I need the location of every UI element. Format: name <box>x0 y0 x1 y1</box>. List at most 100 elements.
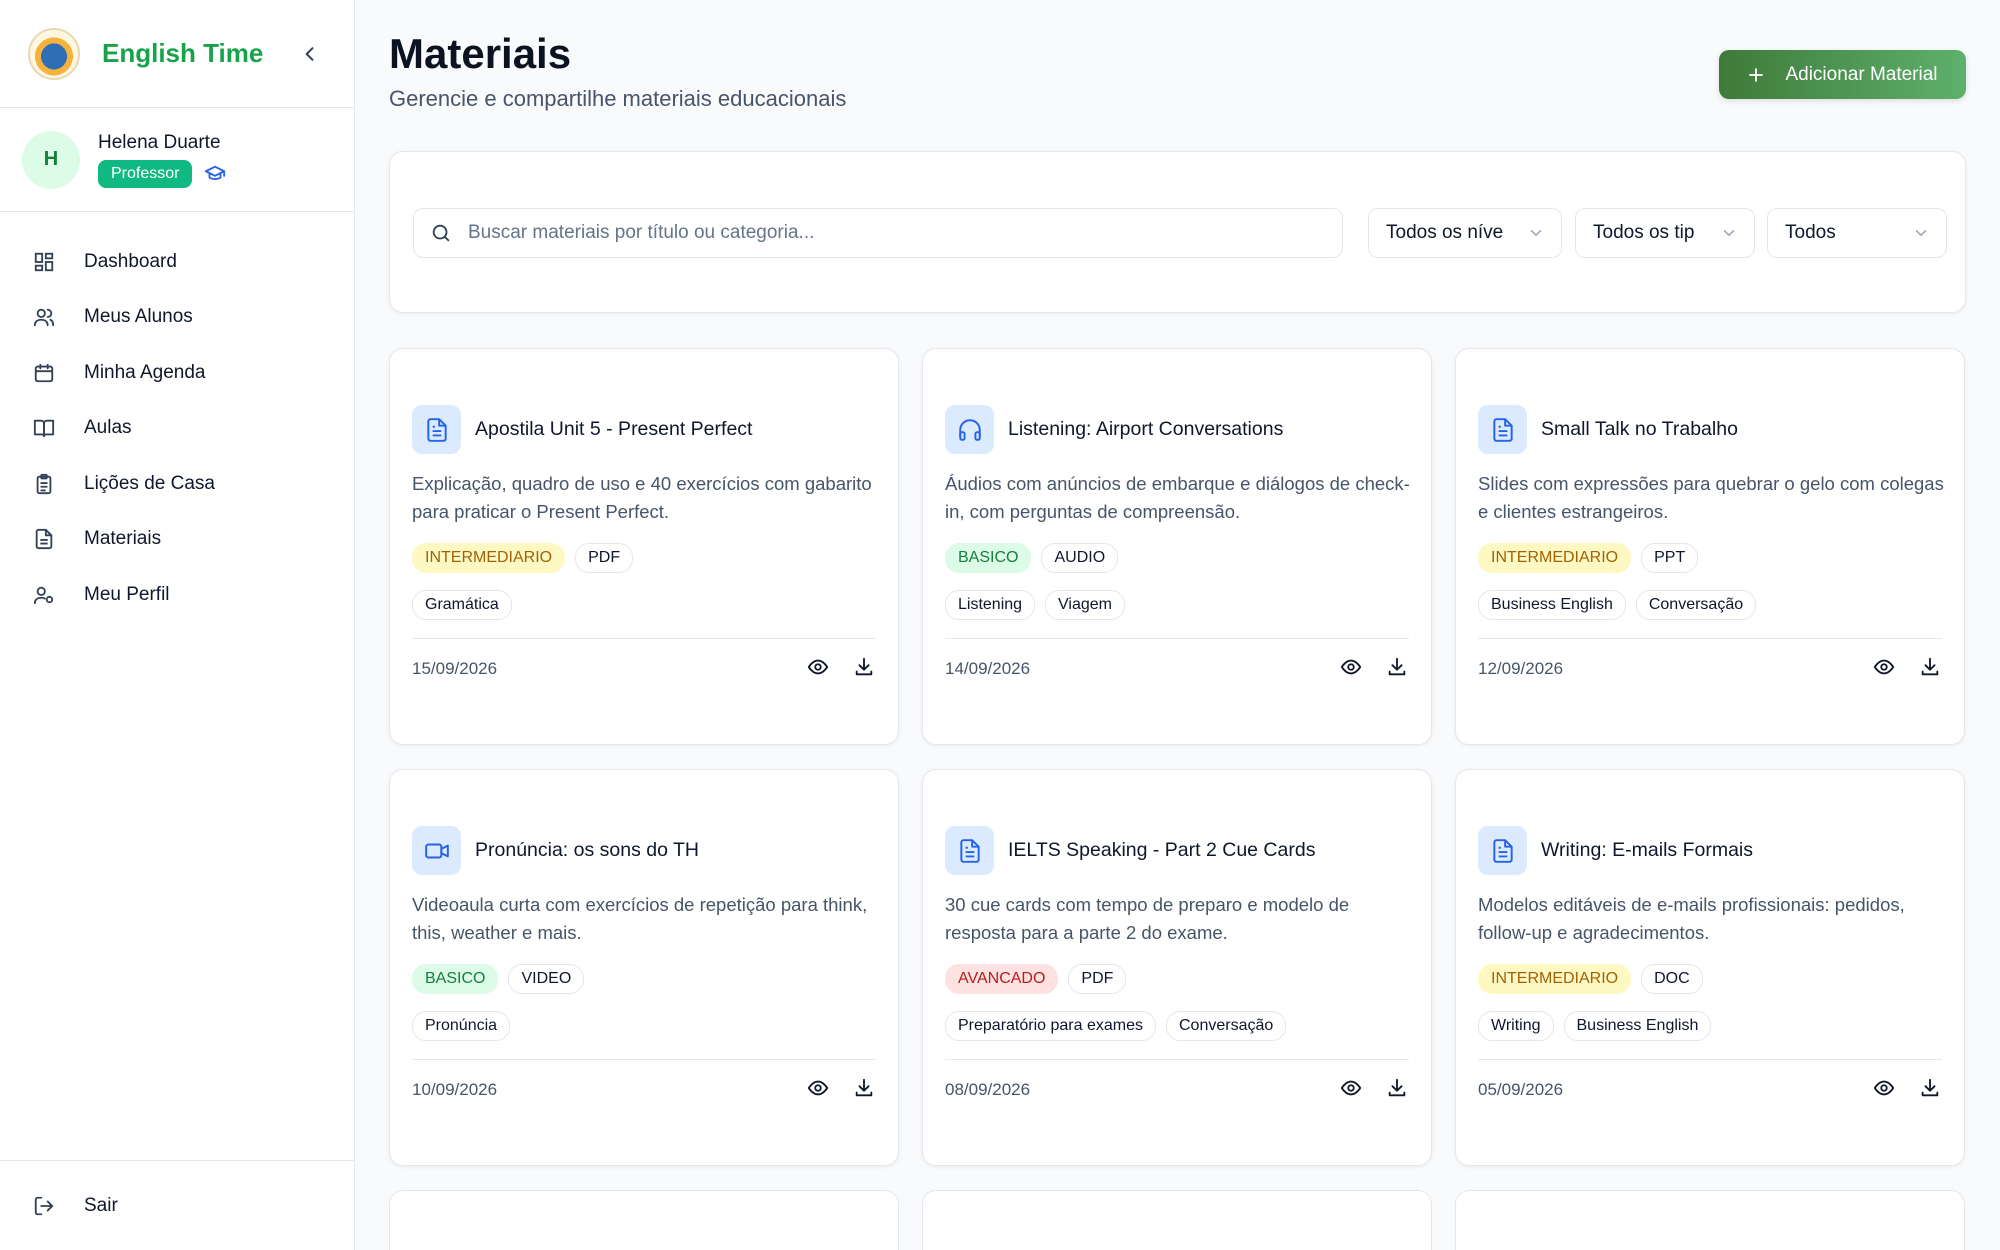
sidebar-item-minha-agenda[interactable]: Minha Agenda <box>0 345 354 401</box>
user-profile: H Helena Duarte Professor <box>0 108 354 212</box>
sidebar-item-label: Materiais <box>84 528 162 550</box>
category-tag: Conversação <box>1635 590 1757 620</box>
eye-icon[interactable] <box>1872 1076 1896 1100</box>
file-icon <box>32 527 56 551</box>
sidebar-item-aulas[interactable]: Aulas <box>0 401 354 457</box>
type-badge: DOC <box>1641 964 1703 994</box>
sidebar-item-meus-alunos[interactable]: Meus Alunos <box>0 290 354 346</box>
logo-badge-icon <box>28 27 80 80</box>
chevron-left-icon <box>305 46 314 61</box>
material-date: 14/09/2026 <box>945 659 1031 678</box>
graduation-cap-icon <box>204 163 226 185</box>
document-icon <box>1478 405 1527 454</box>
role-badge: Professor <box>98 159 193 188</box>
material-card-partial[interactable] <box>1455 1190 1965 1250</box>
material-date: 12/09/2026 <box>1478 659 1564 678</box>
add-material-button[interactable]: Adicionar Material <box>1719 50 1966 99</box>
filter-panel: Todos os níve Todos os tip Todos <box>389 151 1966 313</box>
document-icon <box>945 826 994 875</box>
type-badge: VIDEO <box>508 964 585 994</box>
download-icon[interactable] <box>852 1076 876 1100</box>
logout-icon <box>32 1194 56 1218</box>
category-tag: Preparatório para exames <box>945 1011 1156 1041</box>
material-description: Áudios com anúncios de embarque e diálog… <box>945 473 1410 522</box>
chevron-down-icon <box>1720 224 1738 242</box>
download-icon[interactable] <box>1385 655 1409 679</box>
level-select[interactable]: Todos os níve <box>1368 208 1562 258</box>
download-icon[interactable] <box>1918 655 1942 679</box>
material-card[interactable]: IELTS Speaking - Part 2 Cue Cards 30 cue… <box>922 769 1432 1166</box>
eye-icon[interactable] <box>1872 655 1896 679</box>
logout-button[interactable]: Sair <box>0 1160 354 1250</box>
material-date: 10/09/2026 <box>412 1080 498 1099</box>
search-icon <box>432 224 450 242</box>
search-box <box>413 208 1343 258</box>
sidebar-item-licoes-de-casa[interactable]: Lições de Casa <box>0 456 354 512</box>
material-card[interactable]: Small Talk no Trabalho Slides com expres… <box>1455 348 1965 745</box>
headphones-icon <box>945 405 994 454</box>
document-icon <box>412 405 461 454</box>
material-card[interactable]: Pronúncia: os sons do TH Videoaula curta… <box>389 769 899 1166</box>
plus-icon <box>1749 67 1764 82</box>
level-badge: BASICO <box>412 964 499 994</box>
sidebar-item-meu-perfil[interactable]: Meu Perfil <box>0 567 354 623</box>
level-badge: INTERMEDIARIO <box>1478 543 1632 573</box>
download-icon[interactable] <box>852 655 876 679</box>
collapse-sidebar-button[interactable] <box>294 38 326 70</box>
main-content: Materiais Gerencie e compartilhe materia… <box>356 0 2000 1250</box>
page-title: Materiais <box>389 30 572 77</box>
category-tag: Business English <box>1478 590 1626 620</box>
material-card[interactable]: Listening: Airport Conversations Áudios … <box>922 348 1432 745</box>
category-tag: Writing <box>1478 1011 1554 1041</box>
brand-header: English Time <box>0 0 354 108</box>
divider <box>412 638 876 639</box>
video-icon <box>412 826 461 875</box>
sidebar-item-materiais[interactable]: Materiais <box>0 512 354 568</box>
category-tag: Pronúncia <box>412 1011 511 1041</box>
level-badge: INTERMEDIARIO <box>1478 964 1632 994</box>
eye-icon[interactable] <box>806 655 830 679</box>
material-card-partial[interactable] <box>389 1190 899 1250</box>
material-date: 15/09/2026 <box>412 659 498 678</box>
avatar: H <box>22 130 80 189</box>
eye-icon[interactable] <box>1339 655 1363 679</box>
material-description: Modelos editáveis de e-mails profissiona… <box>1478 894 1905 943</box>
material-title: Small Talk no Trabalho <box>1541 418 1738 440</box>
app-name: English Time <box>102 38 264 68</box>
calendar-icon <box>32 361 56 385</box>
category-tag: Business English <box>1563 1011 1712 1041</box>
category-select[interactable]: Todos <box>1767 208 1947 258</box>
material-card-partial[interactable] <box>922 1190 1432 1250</box>
material-card[interactable]: Apostila Unit 5 - Present Perfect Explic… <box>389 348 899 745</box>
material-title: Pronúncia: os sons do TH <box>475 839 700 861</box>
sidebar-item-label: Lições de Casa <box>84 472 215 494</box>
download-icon[interactable] <box>1385 1076 1409 1100</box>
document-icon <box>1478 826 1527 875</box>
material-title: Writing: E-mails Formais <box>1541 839 1753 861</box>
sidebar-item-label: Meus Alunos <box>84 306 193 328</box>
material-description: Explicação, quadro de uso e 40 exercício… <box>412 473 872 522</box>
category-tag: Conversação <box>1165 1011 1287 1041</box>
divider <box>945 638 1409 639</box>
divider <box>1478 1059 1942 1060</box>
type-badge: PPT <box>1641 543 1699 573</box>
sidebar-item-label: Minha Agenda <box>84 361 206 383</box>
material-card[interactable]: Writing: E-mails Formais Modelos editáve… <box>1455 769 1965 1166</box>
category-tag: Listening <box>945 590 1036 620</box>
search-input[interactable] <box>468 222 1318 244</box>
page-subtitle: Gerencie e compartilhe materiais educaci… <box>389 86 847 111</box>
eye-icon[interactable] <box>806 1076 830 1100</box>
sidebar-item-dashboard[interactable]: Dashboard <box>0 234 354 290</box>
category-tag: Gramática <box>412 590 512 620</box>
divider <box>412 1059 876 1060</box>
add-material-label: Adicionar Material <box>1785 63 1938 85</box>
clipboard-icon <box>32 472 56 496</box>
level-badge: INTERMEDIARIO <box>412 543 566 573</box>
eye-icon[interactable] <box>1339 1076 1363 1100</box>
type-select[interactable]: Todos os tip <box>1575 208 1755 258</box>
sidebar-item-label: Aulas <box>84 417 132 439</box>
material-title: IELTS Speaking - Part 2 Cue Cards <box>1008 839 1316 861</box>
level-select-value: Todos os níve <box>1386 222 1504 243</box>
dashboard-icon <box>32 250 56 274</box>
download-icon[interactable] <box>1918 1076 1942 1100</box>
